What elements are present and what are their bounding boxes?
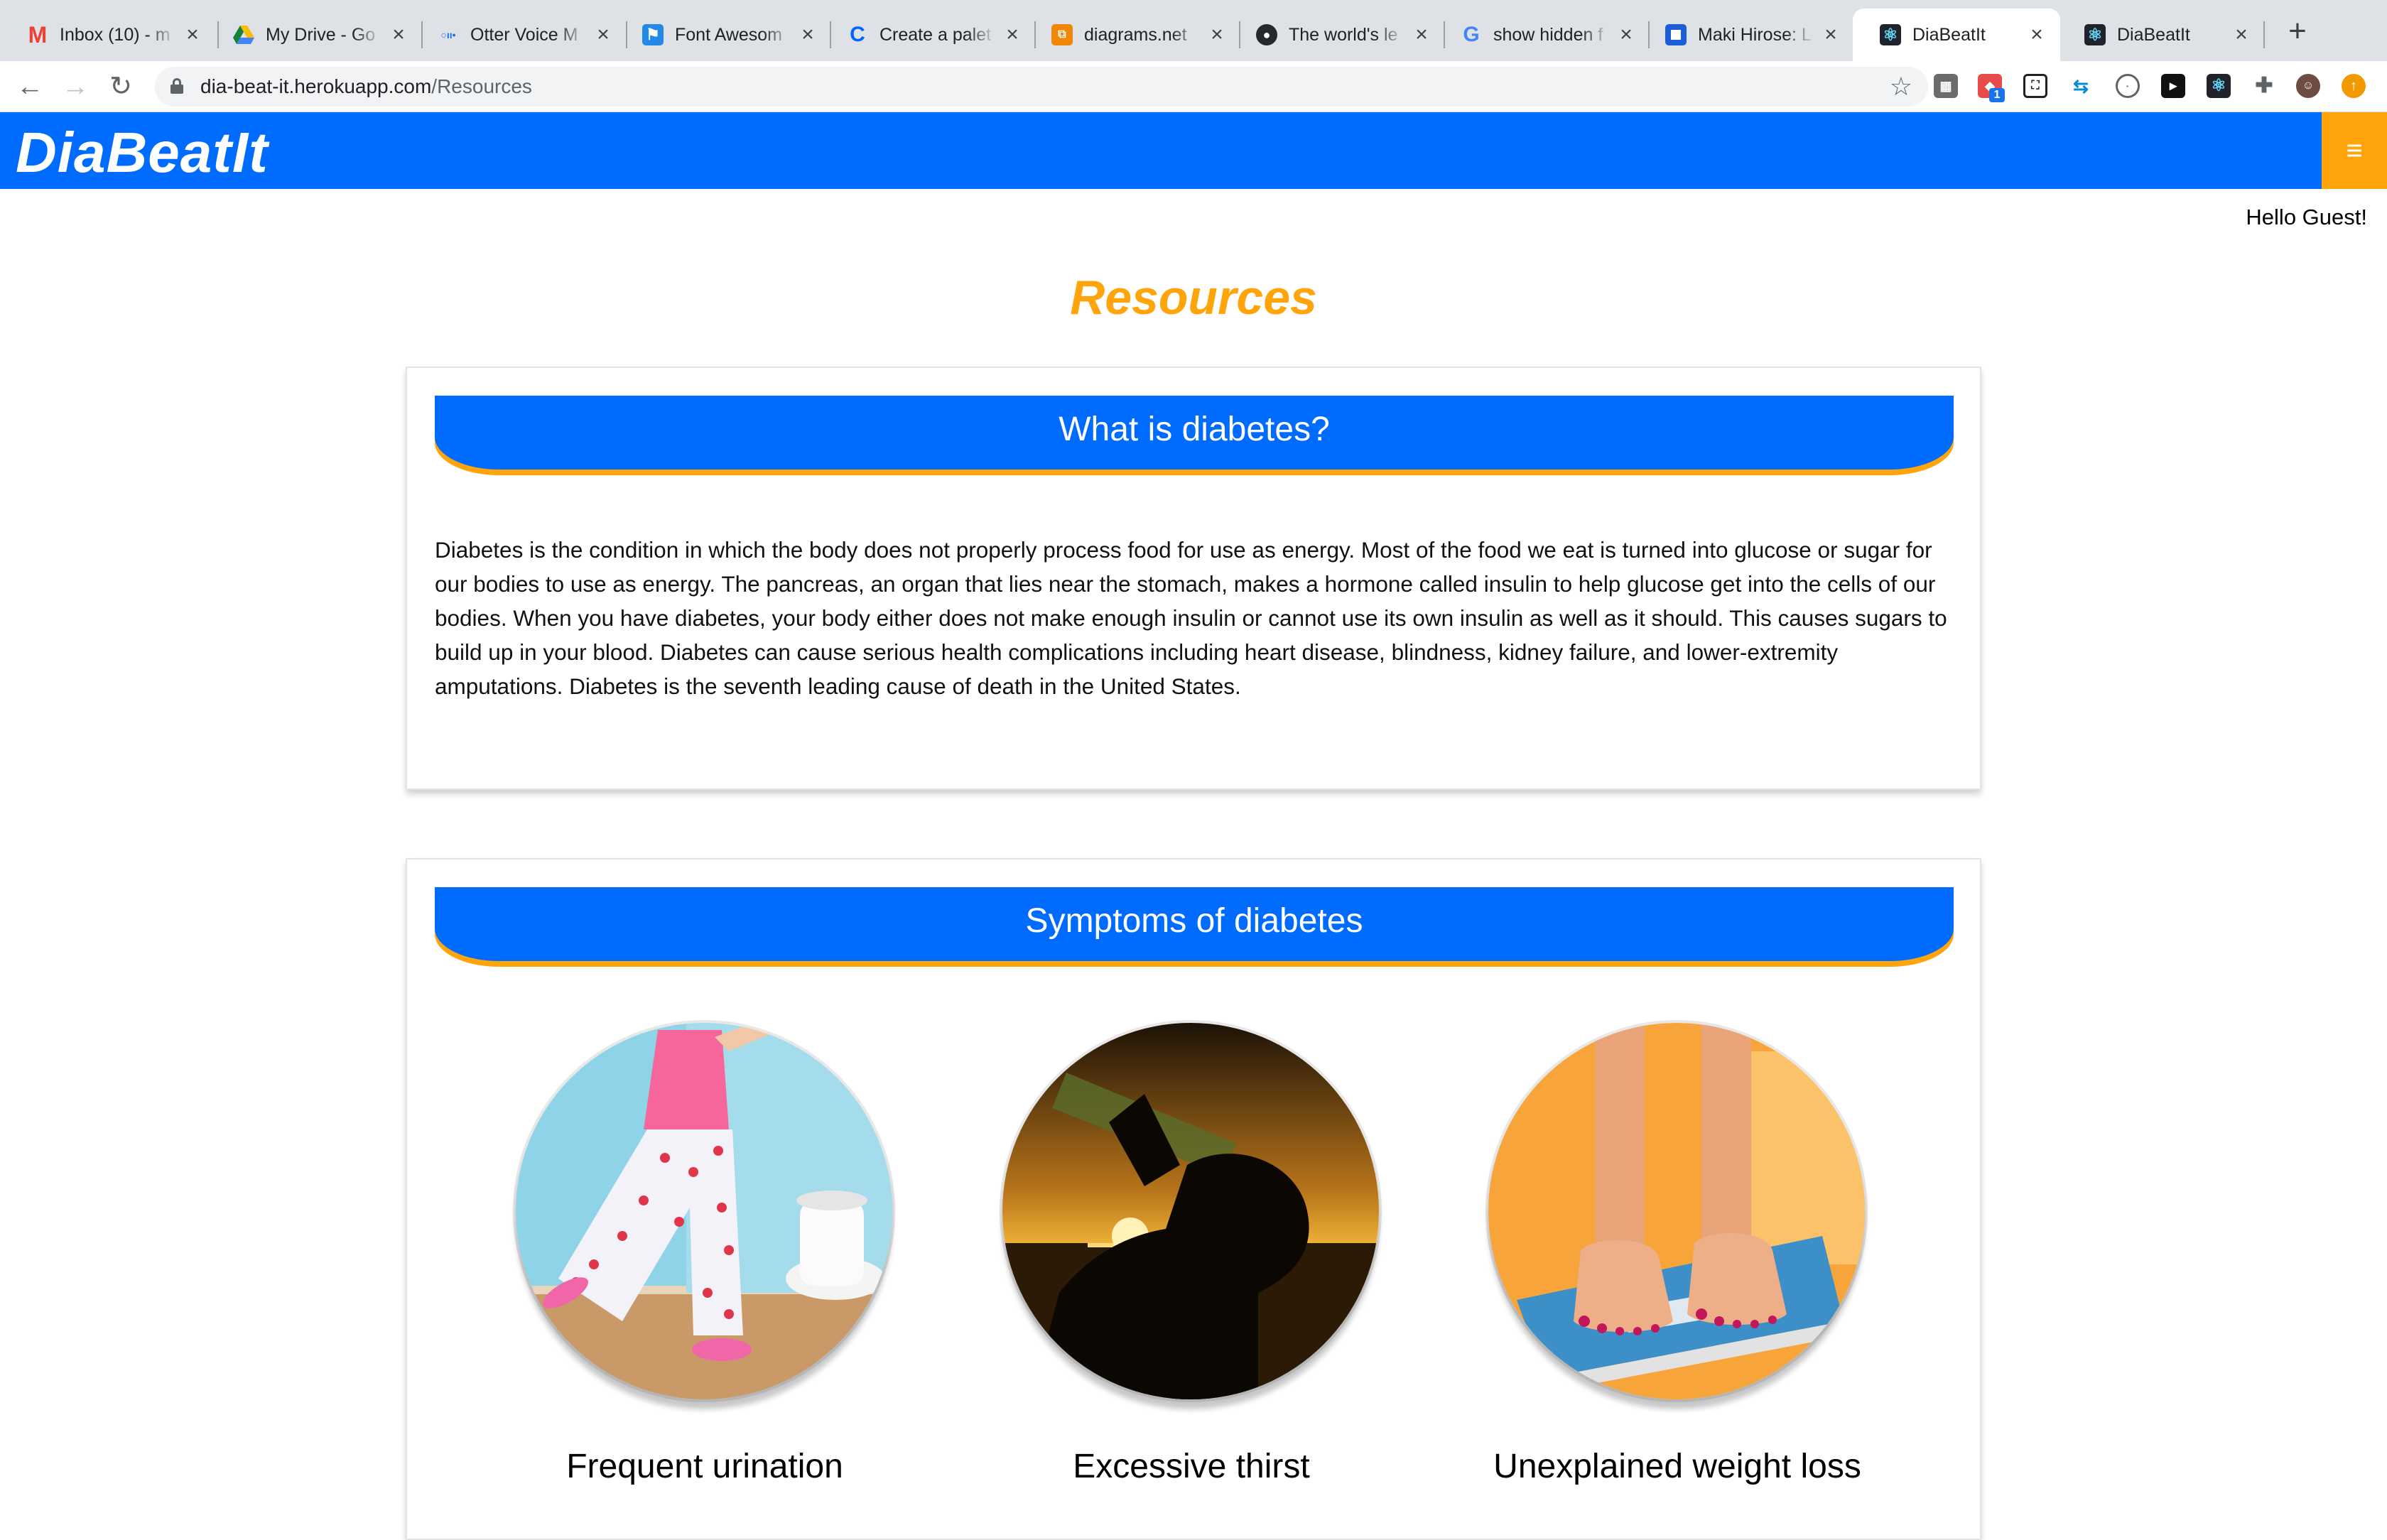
tab-title: DiaBeatIt [1912,24,1986,45]
url-path: /Resources [431,75,532,97]
google-drive-icon [233,24,254,45]
symptom-item: Excessive thirst [1000,1023,1383,1485]
page-title: Resources [1070,271,1317,325]
section-heading: Symptoms of diabetes [435,887,1954,961]
tab-title: Otter Voice M [470,24,578,45]
symptom-caption: Excessive thirst [1073,1448,1310,1485]
browser-tab-font-awesome[interactable]: ⚑ Font Awesom × [615,9,831,61]
browser-tab-github[interactable]: ● The world's le × [1229,9,1445,61]
symptom-image-excessive-thirst [1002,1023,1379,1399]
tab-title: Inbox (10) - m [60,24,170,45]
extension-flag-icon[interactable]: ▸ [2161,74,2185,98]
tab-title: Maki Hirose: L [1698,24,1812,45]
tab-title: show hidden f [1493,24,1603,45]
close-icon[interactable]: × [1822,24,1840,45]
browser-tab-maki-hirose[interactable]: Maki Hirose: L × [1638,9,1854,61]
github-icon: ● [1256,24,1277,45]
browser-tab-gmail[interactable]: M Inbox (10) - m × [0,9,216,61]
browser-tab-diabeatit[interactable]: ⚛ DiaBeatIt × [2057,9,2265,61]
close-icon[interactable]: × [1617,24,1635,45]
tab-title: My Drive - Go [266,24,376,45]
browser-tab-strip: M Inbox (10) - m × My Drive - Go × ○ıı• … [0,0,2387,61]
browser-tab-google-search[interactable]: G show hidden f × [1434,9,1650,61]
gmail-icon: M [28,21,48,48]
profile-avatar[interactable]: ☺ [2296,74,2320,98]
browser-tab-diabeatit-active[interactable]: ⚛ DiaBeatIt × [1853,9,2060,61]
symptom-item: Frequent urination [513,1023,897,1485]
symptom-caption: Unexplained weight loss [1493,1448,1861,1485]
url-host: dia-beat-it.herokuapp.com [200,75,432,97]
section-heading: What is diabetes? [435,396,1954,470]
close-icon[interactable]: × [2028,24,2046,45]
symptom-image-frequent-urination [516,1023,892,1399]
close-icon[interactable]: × [1003,24,1022,45]
react-devtools-icon[interactable]: ⚛ [2207,74,2231,98]
back-arrow-icon[interactable]: ← [13,70,47,104]
browser-tab-otter[interactable]: ○ıı• Otter Voice M × [411,9,627,61]
react-icon: ⚛ [1880,24,1901,45]
tab-title: The world's le [1289,24,1398,45]
hamburger-icon: ≡ [2346,135,2363,166]
tab-title: Font Awesom [675,24,783,45]
reload-icon[interactable]: ↻ [104,70,138,104]
close-icon[interactable]: × [389,24,408,45]
new-tab-plus-icon[interactable]: + [2282,16,2313,47]
close-icon[interactable]: × [799,24,817,45]
tab-title: DiaBeatIt [2117,24,2190,45]
extension-circle-icon[interactable]: · [2116,74,2140,98]
extension-badge: 1 [1989,88,2005,102]
screenshot-extension-icon[interactable]: ⛶ [2023,74,2047,98]
brand-logo[interactable]: DiaBeatIt [16,112,269,193]
bookmark-star-icon[interactable]: ☆ [1890,67,1912,107]
site-navbar: DiaBeatIt ≡ [0,112,2387,189]
forward-arrow-icon[interactable]: → [58,70,92,104]
diagrams-icon: ⧉ [1051,24,1073,45]
close-icon[interactable]: × [594,24,612,45]
update-available-icon[interactable]: ↑ [2342,74,2366,98]
close-icon[interactable]: × [1412,24,1431,45]
lock-icon [170,78,183,94]
coolors-icon: C [850,23,865,46]
extension-arrows-icon[interactable]: ⇆ [2069,74,2093,98]
symptom-caption: Frequent urination [566,1448,843,1485]
symptom-image-weight-loss [1488,1023,1865,1399]
close-icon[interactable]: × [1208,24,1226,45]
google-icon: G [1463,23,1480,46]
url-text: dia-beat-it.herokuapp.com/Resources [200,67,532,107]
address-bar[interactable]: dia-beat-it.herokuapp.com/Resources ☆ [155,67,1928,107]
tab-title: Create a palet [879,24,992,45]
extensions-puzzle-icon[interactable]: ✚ [2252,74,2276,98]
browser-tab-coolors[interactable]: C Create a palet × [820,9,1036,61]
close-icon[interactable]: × [2232,24,2251,45]
otter-icon: ○ıı• [440,29,456,40]
browser-tab-drive[interactable]: My Drive - Go × [206,9,422,61]
section-body-text: Diabetes is the condition in which the b… [435,537,1947,699]
symptom-item: Unexplained weight loss [1485,1023,1869,1485]
square-icon [1665,24,1687,45]
browser-tab-diagrams[interactable]: ⧉ diagrams.net × [1024,9,1240,61]
hamburger-menu-button[interactable]: ≡ [2322,112,2387,189]
user-greeting: Hello Guest! [2246,205,2367,229]
extension-grid-icon[interactable]: ▦ [1934,74,1958,98]
react-icon: ⚛ [2084,24,2106,45]
what-is-diabetes-card: What is diabetes? Diabetes is the condit… [406,367,1981,790]
close-icon[interactable]: × [183,24,202,45]
font-awesome-flag-icon: ⚑ [642,24,664,45]
tab-title: diagrams.net [1084,24,1187,45]
